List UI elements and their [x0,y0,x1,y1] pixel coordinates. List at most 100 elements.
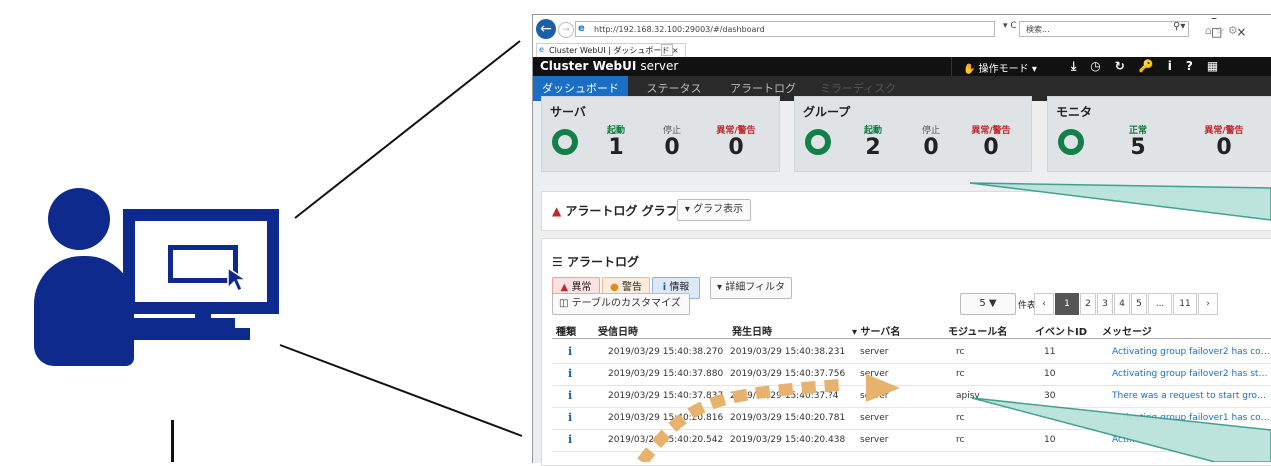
cell-occurred: 2019/03/29 15:40:37.?4 [730,391,839,401]
stat-value: 0 [1216,135,1232,160]
cell-event: 30 [1044,391,1056,401]
cell-occurred: 2019/03/29 15:40:38.231 [730,347,846,357]
tab-strip: e Cluster WebUI | ダッシュボード × [533,43,1271,57]
app-name: Cluster WebUI [540,59,637,73]
search-placeholder: 検索... [1026,25,1050,34]
cell-received: 2019/03/29 15:40:20.816 [608,413,724,423]
graph-toggle-button[interactable]: ▾ グラフ表示 [677,199,751,221]
monitor-summary-card: モニタ 正常 5 異常/警告 0 [1047,96,1271,172]
info-type-icon: i [568,411,573,424]
cell-module: rc [956,369,965,379]
table-row[interactable]: i 2019/03/29 15:40:37.880 2019/03/29 15:40… [552,363,1271,386]
cell-server: server [860,347,889,357]
operation-mode-dropdown[interactable]: ✋ 操作モード ▾ [963,60,1037,75]
page-button[interactable]: 2 [1080,293,1096,315]
column-header-server[interactable]: ▾ サーバ名 [852,323,900,338]
stat-value: 0 [923,135,939,160]
server-summary-card: サーバ 起動 1 停止 0 異常/警告 0 [541,96,780,172]
zoom-line-top [294,40,521,219]
table-row[interactable]: i 2019/03/29 15:40:20.542 2019/03/29 15:40… [552,429,1271,452]
refresh-icon[interactable]: ▾ C [1003,21,1017,31]
customize-table-button[interactable]: ◫ テーブルのカスタマイズ [552,293,690,315]
status-ring-icon [805,129,831,155]
table-row[interactable]: i 2019/03/29 15:40:20.816 2019/03/29 15:40… [552,407,1271,430]
page-button[interactable]: ... [1148,293,1172,315]
page-button[interactable]: 5 [1131,293,1147,315]
page-button[interactable]: › [1198,293,1218,315]
card-title: モニタ [1056,105,1093,119]
log-title-text: アラートログ [566,255,639,269]
cell-message[interactable]: Activating group failover1 has co… [1112,413,1271,423]
detail-filter-button[interactable]: ▾ 詳細フィルタ [710,277,792,299]
info-type-icon: i [568,345,573,358]
search-icon[interactable]: ⚲▾ [1173,21,1185,32]
page-button[interactable]: 11 [1173,293,1197,315]
cell-received: 2019/03/29 15:40:37.880 [608,369,724,379]
column-header-message: メッセージ [1102,327,1152,338]
stat-value: 0 [664,135,680,160]
new-tab-button[interactable] [661,44,673,56]
table-row[interactable]: i 2019/03/29 15:40:37.837 2019/03/29 15:40… [552,385,1271,408]
cell-server: server [860,413,889,423]
home-favorites-icons[interactable]: ⌂☆⚙ [1205,24,1241,37]
alert-log-panel: ☰ アラートログ ▲ 異常 ● 警告 i 情報 ▾ 詳細フィルタ ◫ テーブルの… [541,238,1271,466]
cell-module: rc [956,347,965,357]
cell-server: server [860,391,889,401]
column-header-type: 種類 [556,327,576,338]
page-button[interactable]: 3 [1097,293,1113,315]
info-type-icon: i [568,389,573,402]
app-header: Cluster WebUI server ✋ 操作モード ▾ ⤓◷↻🔑i?▦ [533,57,1271,76]
search-input[interactable]: 検索... [1019,21,1189,37]
page-size-select[interactable]: 5 ▼ [960,293,1016,315]
customize-label: テーブルのカスタマイズ [571,298,681,309]
page-button[interactable]: 1 [1055,293,1079,315]
alert-graph-panel: ▲ アラートログ グラフ ▾ グラフ表示 [541,191,1271,231]
filter-error-label: 異常 [571,282,592,293]
cell-occurred: 2019/03/29 15:40:37.756 [730,369,846,379]
stat-value: 1 [608,135,624,160]
graph-title: ▲ アラートログ グラフ [552,202,678,219]
table-row[interactable]: i 2019/03/29 15:40:38.270 2019/03/29 15:40… [552,341,1271,364]
url-field[interactable]: http://192.168.32.100:29003/#/dashboard [575,21,995,37]
tab-favicon-icon: e [539,45,544,54]
divider [951,57,952,76]
person-head [48,188,110,250]
monitor-base [166,328,250,340]
cell-occurred: 2019/03/29 15:40:20.438 [730,435,846,445]
stat-value: 0 [983,135,999,160]
person-body [34,256,134,366]
filter-info-label: 情報 [669,282,690,293]
filter-warning-label: 警告 [621,282,642,293]
stat-value: 0 [728,135,744,160]
stat-value: 2 [865,135,881,160]
url-text: http://192.168.32.100:29003/#/dashboard [594,25,765,34]
page-button[interactable]: ‹ [1034,293,1054,315]
cell-message[interactable]: Acti… [1112,435,1271,445]
warning-icon: ● [610,282,619,293]
app-title: Cluster WebUI server [540,59,678,73]
connector-line [171,420,174,462]
list-icon: ☰ [552,255,563,269]
cell-module: rc [956,435,965,445]
info-type-icon: i [568,367,573,380]
cell-message[interactable]: Activating group failover2 has co… [1112,347,1271,357]
group-summary-card: グループ 起動 2 停止 0 異常/警告 0 [794,96,1032,172]
forward-arrow-icon[interactable]: → [558,22,574,38]
toolbar-icons[interactable]: ⤓◷↻🔑i?▦ [1071,59,1232,74]
cell-event: 11 [1044,347,1056,357]
cell-message[interactable]: Activating group failover2 has st… [1112,369,1271,379]
cell-server: server [860,435,889,445]
cell-message[interactable]: There was a request to start gro… [1112,391,1271,401]
back-arrow-icon[interactable]: ← [536,19,556,39]
page-button[interactable]: 4 [1114,293,1130,315]
cell-event: 10 [1044,369,1056,379]
cell-event: 10 [1044,435,1056,445]
error-icon: ▲ [560,282,569,293]
cell-server: server [860,369,889,379]
info-icon: i [662,282,667,293]
browser-logo-icon: e [578,23,585,34]
cell-received: 2019/03/29 15:40:37.837 [608,391,724,401]
cell-received: 2019/03/29 15:40:20.542 [608,435,724,445]
cell-received: 2019/03/29 15:40:38.270 [608,347,724,357]
cursor-icon [227,266,249,292]
